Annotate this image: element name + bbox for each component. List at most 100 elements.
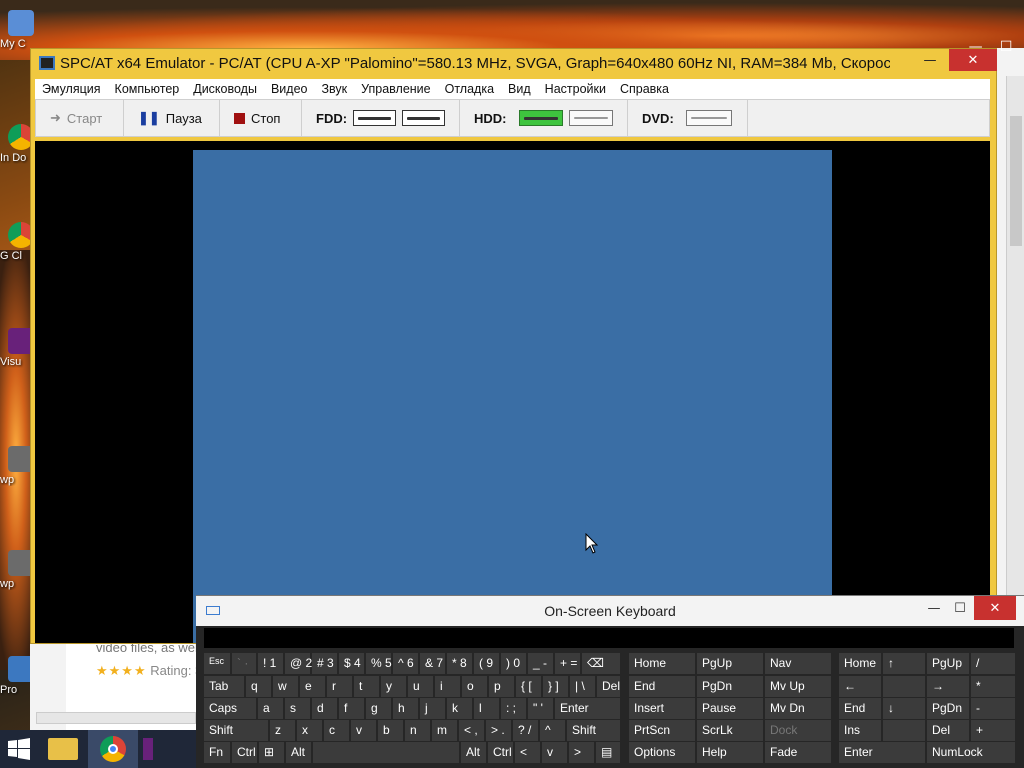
key-ctrl[interactable]: Ctrl bbox=[488, 742, 513, 763]
key-alt[interactable]: Alt bbox=[286, 742, 311, 763]
key-r[interactable]: r bbox=[327, 676, 352, 697]
key-num-2-2[interactable]: PgDn bbox=[927, 698, 969, 719]
key-num-0-1[interactable]: ← bbox=[839, 676, 881, 697]
menu-item-1[interactable]: Компьютер bbox=[108, 82, 187, 96]
key-mv-dn[interactable]: Mv Dn bbox=[765, 698, 831, 719]
key-%-5[interactable]: % 5 bbox=[366, 653, 392, 674]
visual-studio-icon[interactable] bbox=[138, 730, 158, 768]
key-pause[interactable]: Pause bbox=[697, 698, 763, 719]
key-y[interactable]: y bbox=[381, 676, 406, 697]
key-!-1[interactable]: ! 1 bbox=[258, 653, 283, 674]
key-mv-up[interactable]: Mv Up bbox=[765, 676, 831, 697]
key-num-3-2[interactable]: - bbox=[971, 698, 1015, 719]
menu-item-3[interactable]: Видео bbox=[264, 82, 315, 96]
key-$-4[interactable]: $ 4 bbox=[339, 653, 364, 674]
dvd-drive-icon[interactable] bbox=[685, 110, 732, 126]
chrome-icon[interactable] bbox=[88, 730, 138, 768]
key-nav[interactable]: Nav bbox=[765, 653, 831, 674]
menu-item-9[interactable]: Справка bbox=[613, 82, 676, 96]
key-dock[interactable]: Dock bbox=[765, 720, 831, 741]
key-ctrl[interactable]: Ctrl bbox=[232, 742, 257, 763]
key-@-2[interactable]: @ 2 bbox=[285, 653, 312, 674]
key-num-0-3[interactable]: Ins bbox=[839, 720, 881, 741]
menu-item-7[interactable]: Вид bbox=[501, 82, 538, 96]
key-)-0[interactable]: ) 0 bbox=[501, 653, 526, 674]
key-scrlk[interactable]: ScrLk bbox=[697, 720, 763, 741]
key-num-enter[interactable]: Enter bbox=[839, 742, 925, 763]
emulator-titlebar[interactable]: SPC/AT x64 Emulator - PC/AT (CPU A-XP "P… bbox=[31, 49, 996, 77]
key-i[interactable]: i bbox=[435, 676, 460, 697]
key-v[interactable]: v bbox=[351, 720, 376, 741]
file-explorer-icon[interactable] bbox=[38, 730, 88, 768]
key-j[interactable]: j bbox=[420, 698, 445, 719]
pause-button[interactable]: ❚❚ Пауза bbox=[124, 100, 220, 136]
key-⌫[interactable]: ⌫ bbox=[582, 653, 620, 674]
key-caps[interactable]: Caps bbox=[204, 698, 256, 719]
key-numlock[interactable]: NumLock bbox=[927, 742, 1015, 763]
fdd-a-drive-icon[interactable] bbox=[353, 110, 397, 126]
key-⊞[interactable]: ⊞ bbox=[259, 742, 284, 763]
key-num-2-0[interactable]: PgUp bbox=[927, 653, 969, 674]
key-num-0-2[interactable]: End bbox=[839, 698, 881, 719]
key-n[interactable]: n bbox=[405, 720, 430, 741]
key-del[interactable]: Del bbox=[597, 676, 620, 697]
key-shift[interactable]: Shift bbox=[567, 720, 620, 741]
key->-.[interactable]: > . bbox=[486, 720, 511, 741]
key-prtscn[interactable]: PrtScn bbox=[629, 720, 695, 741]
key-a[interactable]: a bbox=[258, 698, 283, 719]
key-shift[interactable]: Shift bbox=[204, 720, 268, 741]
key-x[interactable]: x bbox=[297, 720, 322, 741]
key-alt[interactable]: Alt bbox=[461, 742, 486, 763]
key-end[interactable]: End bbox=[629, 676, 695, 697]
osk-titlebar[interactable]: On-Screen Keyboard — ☐ ✕ bbox=[196, 596, 1024, 626]
hdd-1-drive-icon[interactable] bbox=[518, 110, 563, 126]
key-*-8[interactable]: * 8 bbox=[447, 653, 472, 674]
desktop-icon-my-computer[interactable]: My C bbox=[0, 10, 36, 50]
key-p[interactable]: p bbox=[489, 676, 514, 697]
emulator-minimize-button[interactable]: — bbox=[915, 49, 945, 71]
key-s[interactable]: s bbox=[285, 698, 310, 719]
key-w[interactable]: w bbox=[273, 676, 298, 697]
key-`-·[interactable]: ` · bbox=[232, 653, 256, 674]
key-num-1-1[interactable] bbox=[883, 676, 925, 697]
key-home[interactable]: Home bbox=[629, 653, 695, 674]
stop-button[interactable]: Стоп bbox=[220, 100, 302, 136]
key->[interactable]: > bbox=[569, 742, 594, 763]
key-pgup[interactable]: PgUp bbox=[697, 653, 763, 674]
osk-minimize-button[interactable]: — bbox=[922, 596, 946, 620]
key-q[interactable]: q bbox=[246, 676, 271, 697]
key-fade[interactable]: Fade bbox=[765, 742, 831, 763]
start-button[interactable]: ➜ Старт bbox=[36, 100, 124, 136]
menu-item-0[interactable]: Эмуляция bbox=[35, 82, 108, 96]
menu-item-6[interactable]: Отладка bbox=[438, 82, 501, 96]
menu-item-2[interactable]: Дисководы bbox=[186, 82, 264, 96]
browser-vertical-scrollbar[interactable] bbox=[1006, 76, 1024, 676]
key-o[interactable]: o bbox=[462, 676, 487, 697]
key-num-2-3[interactable]: Del bbox=[927, 720, 969, 741]
browser-maximize-button[interactable]: ☐ bbox=[1000, 39, 1013, 55]
key-num-1-3[interactable] bbox=[883, 720, 925, 741]
key-z[interactable]: z bbox=[270, 720, 295, 741]
key-<[interactable]: < bbox=[515, 742, 540, 763]
scrollbar-thumb[interactable] bbox=[1010, 116, 1022, 246]
hdd-2-drive-icon[interactable] bbox=[568, 110, 613, 126]
key-:-;[interactable]: : ; bbox=[501, 698, 526, 719]
key-g[interactable]: g bbox=[366, 698, 391, 719]
key-v[interactable]: v bbox=[542, 742, 567, 763]
key-esc[interactable]: Esc bbox=[204, 653, 230, 674]
fdd-b-drive-icon[interactable] bbox=[402, 110, 445, 126]
key-fn[interactable]: Fn bbox=[204, 742, 230, 763]
key-{-[[interactable]: { [ bbox=[516, 676, 541, 697]
key-#-3[interactable]: # 3 bbox=[312, 653, 337, 674]
key-num-3-3[interactable]: + bbox=[971, 720, 1015, 741]
emulated-display[interactable] bbox=[193, 150, 832, 643]
key-num-3-0[interactable]: / bbox=[971, 653, 1015, 674]
menu-item-4[interactable]: Звук bbox=[314, 82, 354, 96]
key-b[interactable]: b bbox=[378, 720, 403, 741]
menu-item-5[interactable]: Управление bbox=[354, 82, 438, 96]
key-_--[interactable]: _ - bbox=[528, 653, 553, 674]
key-t[interactable]: t bbox=[354, 676, 379, 697]
windows-start-icon[interactable] bbox=[0, 730, 38, 768]
key-num-3-1[interactable]: * bbox=[971, 676, 1015, 697]
key-num-0-0[interactable]: Home bbox=[839, 653, 881, 674]
